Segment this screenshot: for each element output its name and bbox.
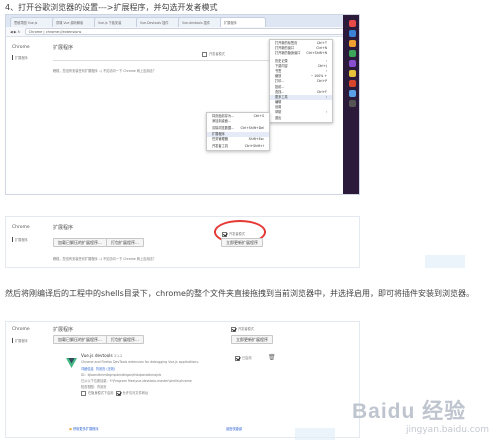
- enabled-checkbox[interactable]: [235, 355, 240, 361]
- dev-mode-label: 开发者模式: [238, 327, 254, 331]
- screenshot-extension-installed: Chrome 扩展程序 扩展程序 开发者模式 加载已解压的扩展程序... 打包扩…: [5, 321, 360, 438]
- more-extensions-link[interactable]: ▣ 获取更多扩展程序: [69, 426, 99, 431]
- decorative-blur-2: [295, 428, 335, 440]
- trash-icon[interactable]: 🗑: [268, 354, 276, 361]
- watermark-logo-text: Baidu 经验: [352, 400, 467, 423]
- dev-mode-label: 开发者模式: [209, 52, 225, 56]
- details-link[interactable]: 详细信息: [81, 367, 94, 371]
- chevron-right-icon: ›: [325, 94, 327, 99]
- more-tools-submenu: 将页面另存为... Ctrl+S 添加到桌面... 清除浏览数据... Ctrl+S…: [206, 112, 270, 152]
- app-icon-dark[interactable]: [348, 100, 356, 107]
- file-url-checkbox[interactable]: [115, 390, 121, 396]
- app-icon-yellow[interactable]: [348, 70, 356, 77]
- app-icon-purple[interactable]: [348, 60, 356, 67]
- enabled-toggle[interactable]: 已启用: [235, 355, 252, 361]
- dev-mode-checkbox[interactable]: [231, 326, 236, 332]
- extension-links: 详细信息 背景页 (无效): [81, 366, 115, 371]
- step4-caption: 4、打开谷歌浏览器的设置--->扩展程序，并勾选开发者模式: [5, 3, 218, 12]
- update-extensions-button[interactable]: 立即更新扩展程序: [221, 238, 263, 247]
- watermark-url: jingyan.baidu.com: [405, 425, 489, 435]
- brand-label: Chrome: [12, 327, 30, 332]
- app-icon-blue[interactable]: [348, 30, 356, 37]
- extension-version: 3.1.2: [114, 354, 123, 358]
- screenshot-dev-mode: Chrome 扩展程序 扩展程序 开发者模式 加载已解压的扩展程序... 打包扩…: [5, 216, 360, 268]
- dev-mode-toggle[interactable]: 开发者模式: [231, 326, 254, 332]
- page-title: 扩展程序: [53, 225, 74, 231]
- menu-item-incognito[interactable]: 打开新的隐身窗口 Ctrl+Shift+N: [270, 51, 332, 56]
- vue-logo-icon: [66, 353, 77, 368]
- page-title: 扩展程序: [53, 327, 74, 333]
- windows-icon[interactable]: [348, 20, 356, 27]
- inspect-views[interactable]: 检查视图：背景页: [81, 384, 107, 389]
- sidebar-item-extensions[interactable]: 扩展程序: [12, 55, 28, 60]
- empty-message: 糟糕，您没有安装任何扩展程序 :-( 不如访问一下 Chrome 网上应用店？: [53, 257, 156, 261]
- sidebar-item-extensions[interactable]: 扩展程序: [12, 237, 28, 242]
- menu-item-exit[interactable]: 退出: [270, 116, 332, 121]
- page-title: 扩展程序: [53, 45, 74, 51]
- keyboard-shortcuts-link[interactable]: 键盘快捷键: [226, 426, 242, 431]
- app-icon-orange[interactable]: [348, 40, 356, 47]
- chevron-right-icon: ›: [325, 110, 327, 115]
- forward-icon[interactable]: ▶: [14, 30, 17, 34]
- address-bar: ◀ ▶ ↻ Chrome | chrome://extensions ☆ ⋮: [6, 27, 359, 37]
- update-extensions-button[interactable]: 立即更新扩展程序: [231, 335, 273, 344]
- brand-label: Chrome: [12, 225, 30, 230]
- submenu-add-desktop[interactable]: 添加到桌面...: [207, 119, 269, 124]
- extension-name-row: Vue.js devtools 3.1.2: [81, 353, 122, 358]
- incognito-checkbox[interactable]: [81, 390, 86, 396]
- url-input[interactable]: Chrome | chrome://extensions: [24, 28, 345, 35]
- extension-description: Chrome and Firefox DevTools extension fo…: [81, 360, 199, 364]
- brand-label: Chrome: [12, 45, 30, 50]
- submenu-task-manager[interactable]: 任务管理器 Shift+Esc: [207, 137, 269, 142]
- tab-2[interactable]: 慕课 Vue 源码解读: [52, 17, 98, 27]
- webstore-icon: ▣: [69, 427, 73, 431]
- desktop-taskbar: [343, 15, 359, 194]
- submenu-devtools[interactable]: 开发者工具 Ctrl+Shift+I: [207, 144, 269, 149]
- pack-extension-button[interactable]: 打包扩展程序...: [106, 238, 144, 247]
- tab-extensions[interactable]: 扩展程序: [220, 17, 266, 27]
- app-icon-chrome[interactable]: [348, 90, 356, 97]
- zoom-value: 100%: [314, 74, 324, 79]
- extension-id: ID：kjbomdlmmlbgmpbmlbhganjfnkdpenblkmajn…: [81, 373, 162, 377]
- app-icon-red[interactable]: [348, 80, 356, 87]
- pack-extension-button[interactable]: 打包扩展程序...: [106, 335, 144, 344]
- decorative-blur-1: [425, 255, 465, 268]
- incognito-toggle[interactable]: 在隐身模式下启用 允许访问文件网址: [81, 390, 148, 396]
- load-unpacked-button[interactable]: 加载已解压的扩展程序...: [53, 335, 107, 344]
- tab-1[interactable]: 思维导图 Vue.js: [10, 17, 56, 27]
- chrome-main-menu: 打开新的标签页 Ctrl+T 打开新的窗口 Ctrl+N 打开新的隐身窗口 Ctrl+…: [269, 39, 333, 123]
- tab-3[interactable]: Vue.js 下载安装: [94, 17, 140, 27]
- app-icon-green[interactable]: [348, 50, 356, 57]
- back-icon[interactable]: ◀: [10, 30, 13, 34]
- reload-icon[interactable]: ↻: [18, 30, 21, 34]
- extension-path: 已从以下位置加载：F:\Program files\vue-devtools-m…: [81, 379, 192, 383]
- dev-mode-checkbox[interactable]: [202, 51, 207, 57]
- tab-5[interactable]: Vue-devtools 插件: [178, 17, 224, 27]
- baidu-watermark: Baidu 经验 jingyan.baidu.com: [352, 395, 497, 435]
- empty-message: 糟糕，您没有安装任何扩展程序 :-( 不如访问一下 Chrome 网上应用店？: [53, 69, 156, 73]
- dev-mode-toggle[interactable]: 开发者模式: [202, 51, 225, 57]
- sidebar-item-extensions[interactable]: 扩展程序: [12, 338, 28, 343]
- screenshot-settings-menu: 思维导图 Vue.js 慕课 Vue 源码解读 Vue.js 下载安装 Vue-…: [5, 14, 360, 195]
- extension-name: Vue.js devtools: [81, 353, 113, 358]
- step5-caption: 然后将刚编译后的工程中的shells目录下，chrome的整个文件夹直接拖拽到当…: [5, 289, 474, 298]
- background-page-link[interactable]: 背景页 (无效): [96, 367, 115, 371]
- tab-4[interactable]: Vue-Devtools 插件: [136, 17, 182, 27]
- tab-bar: 思维导图 Vue.js 慕课 Vue 源码解读 Vue.js 下载安装 Vue-…: [6, 15, 359, 27]
- load-unpacked-button[interactable]: 加载已解压的扩展程序...: [53, 238, 107, 247]
